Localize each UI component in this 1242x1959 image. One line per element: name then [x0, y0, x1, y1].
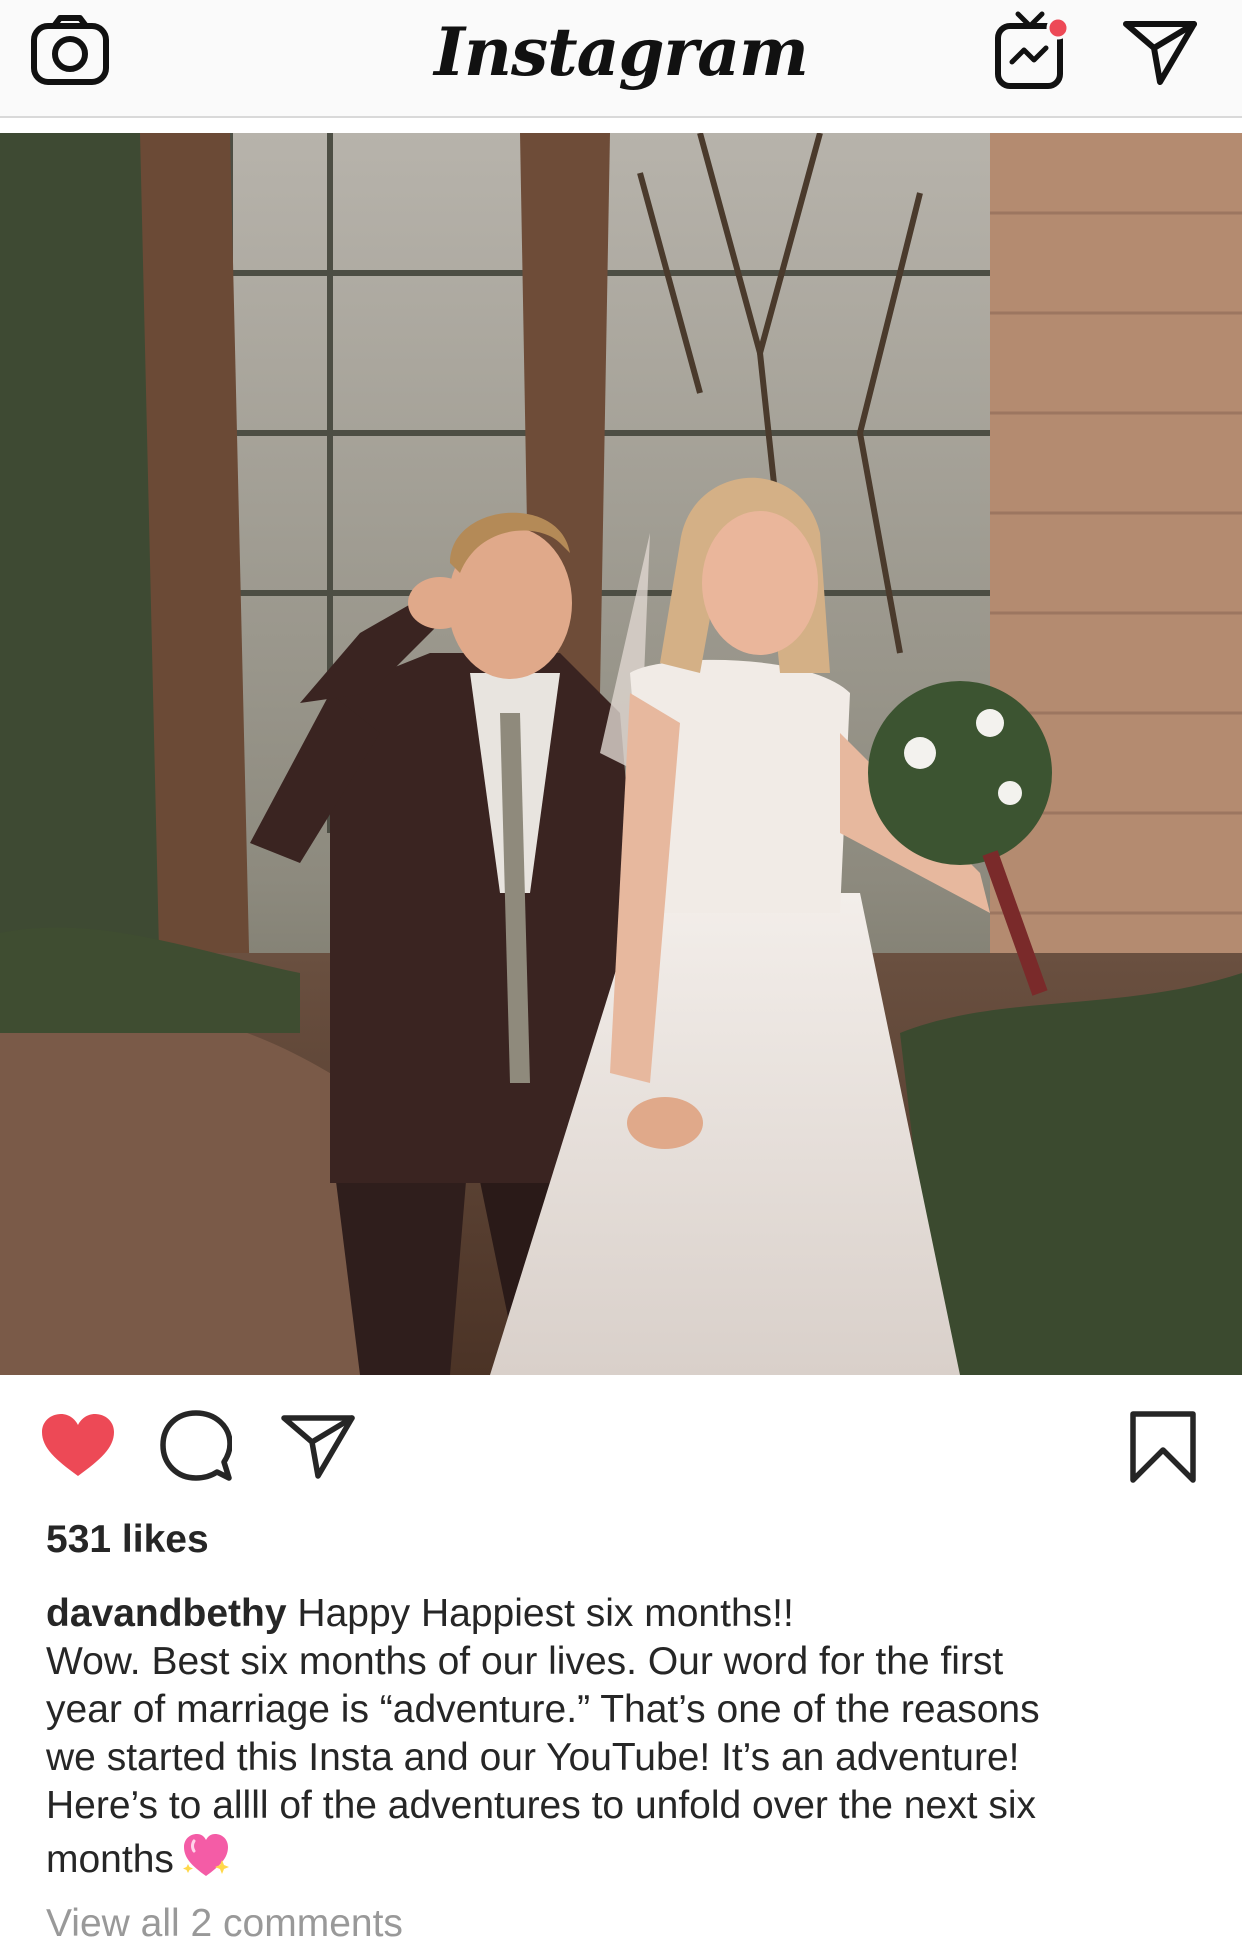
caption-text-line-4: we started this Insta and our YouTube! I… [46, 1736, 1020, 1779]
direct-message-icon[interactable] [1122, 18, 1198, 86]
sparkling-heart-icon [182, 1834, 229, 1876]
wedding-couple-photo [0, 133, 1242, 1375]
comment-bubble-icon[interactable] [160, 1410, 232, 1482]
camera-icon[interactable] [30, 14, 110, 86]
igtv-icon[interactable] [994, 10, 1070, 90]
caption-username[interactable]: davandbethy [46, 1592, 287, 1635]
post-caption: davandbethy Happy Happiest six months!! … [46, 1590, 1206, 1884]
caption-first-line: davandbethy Happy Happiest six months!! [46, 1590, 1206, 1638]
instagram-logo-wordmark: Instagram [434, 13, 809, 91]
caption-last-line: months [46, 1830, 1206, 1884]
post-photo[interactable] [0, 133, 1242, 1375]
caption-text-line-5: Here’s to allll of the adventures to unf… [46, 1784, 1037, 1827]
caption-text-line-6: months [46, 1838, 174, 1881]
like-heart-icon[interactable] [40, 1412, 116, 1478]
share-paper-plane-icon[interactable] [280, 1412, 356, 1480]
igtv-notification-dot [1046, 16, 1070, 40]
likes-count[interactable]: 531 likes [46, 1518, 209, 1562]
caption-text-line-1: Happy Happiest six months!! [297, 1592, 794, 1635]
bookmark-icon[interactable] [1128, 1410, 1198, 1484]
view-all-comments-link[interactable]: View all 2 comments [46, 1902, 403, 1946]
caption-text-line-2: Wow. Best six months of our lives. Our w… [46, 1640, 1004, 1683]
caption-text-line-3: year of marriage is “adventure.” That’s … [46, 1688, 1040, 1731]
top-navigation-bar: Instagram [0, 0, 1242, 118]
